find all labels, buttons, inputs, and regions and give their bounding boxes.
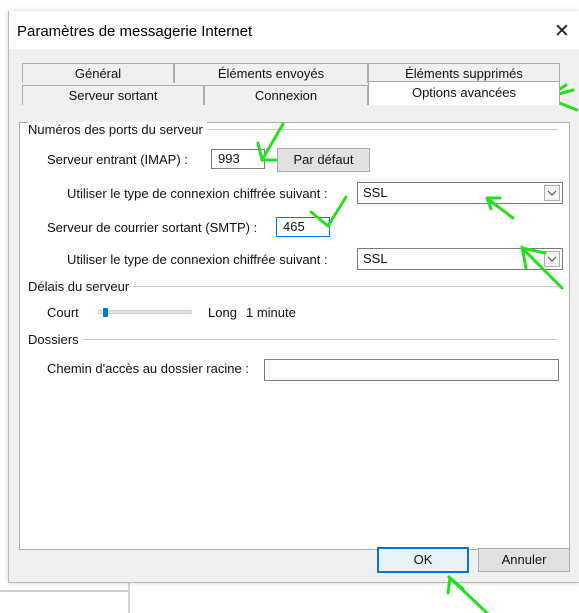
tab-label: Général (74, 66, 122, 81)
tab-label: Éléments supprimés (405, 66, 523, 81)
timeout-value: 1 minute (246, 305, 296, 320)
tab-label: Options avancées (411, 85, 517, 100)
root-path-input[interactable] (264, 359, 559, 381)
folders-group-title: Dossiers (28, 332, 83, 347)
timeout-short-label: Court (47, 305, 79, 320)
group-separator (28, 339, 558, 340)
advanced-options-panel: Numéros des ports du serveur Serveur ent… (19, 122, 570, 550)
background-window-divider (128, 580, 130, 613)
root-path-label: Chemin d'accès au dossier racine : (47, 361, 249, 376)
incoming-encryption-label: Utiliser le type de connexion chiffrée s… (67, 186, 328, 201)
tab-general[interactable]: Général (22, 63, 174, 83)
timeout-slider-thumb[interactable] (102, 308, 108, 317)
timeout-slider-track[interactable] (98, 310, 192, 314)
incoming-port-input[interactable]: 993 (211, 149, 265, 169)
title-bar: Paramètres de messagerie Internet ✕ (9, 11, 579, 49)
dialog-title: Paramètres de messagerie Internet (17, 23, 253, 40)
default-ports-button[interactable]: Par défaut (277, 148, 370, 172)
outgoing-encryption-select[interactable]: SSL (357, 248, 563, 270)
ports-group-title: Numéros des ports du serveur (28, 122, 207, 137)
tab-sent-items[interactable]: Éléments envoyés (174, 63, 368, 83)
tab-connection[interactable]: Connexion (204, 85, 368, 105)
tab-deleted-items[interactable]: Éléments supprimés (368, 63, 560, 83)
tab-label: Serveur sortant (68, 88, 158, 103)
timeouts-group-title: Délais du serveur (28, 279, 134, 294)
ok-button[interactable]: OK (377, 547, 469, 573)
incoming-server-label: Serveur entrant (IMAP) : (47, 152, 188, 167)
outgoing-port-input[interactable]: 465 (276, 217, 330, 237)
outgoing-encryption-label: Utiliser le type de connexion chiffrée s… (67, 252, 328, 267)
close-icon[interactable]: ✕ (547, 19, 577, 45)
incoming-encryption-value: SSL (363, 185, 388, 200)
background-window-edge (0, 590, 130, 592)
tab-label: Éléments envoyés (217, 66, 325, 81)
cancel-button[interactable]: Annuler (478, 548, 570, 572)
tab-label: Connexion (254, 88, 318, 103)
outgoing-server-label: Serveur de courrier sortant (SMTP) : (47, 220, 258, 235)
outgoing-encryption-value: SSL (363, 251, 388, 266)
tab-outgoing-server[interactable]: Serveur sortant (22, 85, 204, 105)
timeout-long-label: Long (208, 305, 237, 320)
chevron-down-icon[interactable] (544, 185, 560, 201)
incoming-encryption-select[interactable]: SSL (357, 182, 563, 204)
internet-mail-settings-dialog: Paramètres de messagerie Internet ✕ Géné… (8, 11, 579, 583)
chevron-down-icon[interactable] (544, 251, 560, 267)
tab-advanced-options[interactable]: Options avancées (368, 81, 560, 105)
